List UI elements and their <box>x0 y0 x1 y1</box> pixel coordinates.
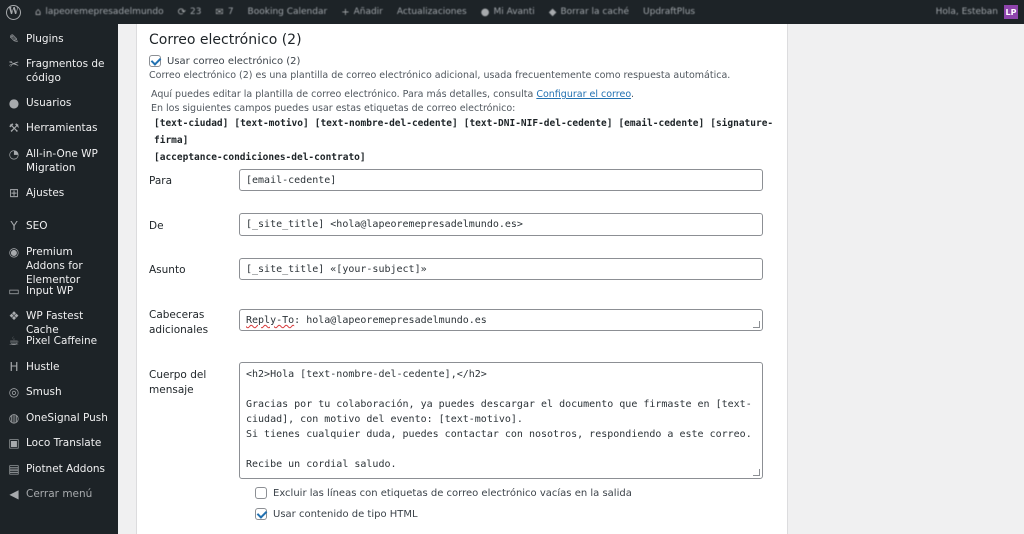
collapse-icon: ◀ <box>9 487 19 501</box>
admin-bar: W ⌂ lapeoremepresadelmundo ⟳ 23 ✉ 7 Booking… <box>0 0 1024 24</box>
from-input[interactable]: [_site_title] <hola@lapeoremepresadelmun… <box>239 213 763 236</box>
sidebar-item-input-wp[interactable]: ▭ Input WP <box>0 284 118 298</box>
mail-tag: [email-cedente] <box>618 118 705 129</box>
cache-icon: ◆ <box>548 6 557 18</box>
resize-handle-icon[interactable] <box>753 469 760 476</box>
refresh-icon: ⟳ <box>177 6 186 18</box>
sidebar-item-hustle[interactable]: H Hustle <box>0 360 118 374</box>
mail-tag: [text-nombre-del-cedente] <box>314 118 458 129</box>
wordpress-logo-icon[interactable]: W <box>6 4 21 20</box>
adminbar-greeting[interactable]: Hola, Esteban <box>936 7 998 17</box>
sidebar-item-ajustes[interactable]: ⊞ Ajustes <box>0 186 118 200</box>
sidebar-item-fastest-cache[interactable]: ❖ WP Fastest Cache <box>0 309 118 337</box>
resize-handle-icon[interactable] <box>753 321 760 328</box>
sidebar-collapse-menu[interactable]: ◀ Cerrar menú <box>0 487 118 501</box>
hustle-icon: H <box>9 360 19 374</box>
mail-tag: [text-DNI-NIF-del-cedente] <box>463 118 613 129</box>
sidebar-item-herramientas[interactable]: ⚒ Herramientas <box>0 121 118 135</box>
use-html-label: Usar contenido de tipo HTML <box>273 508 418 520</box>
wrench-icon: ⚒ <box>8 121 20 135</box>
headers-textarea[interactable]: Reply-To: hola@lapeoremepresadelmundo.es <box>239 309 763 331</box>
body-line <box>246 382 756 397</box>
coffee-icon: ☕ <box>8 334 20 348</box>
bell-icon: ◍ <box>8 411 20 425</box>
adminbar-add[interactable]: + Añadir <box>341 7 383 18</box>
use-html-checkbox[interactable] <box>255 508 267 520</box>
adminbar-comments[interactable]: ✉ 7 <box>215 7 233 18</box>
sidebar-item-loco-translate[interactable]: ▣ Loco Translate <box>0 436 118 450</box>
comment-icon: ✉ <box>215 6 224 18</box>
from-label: De <box>149 220 164 232</box>
sidebar-item-piotnet[interactable]: ▤ Piotnet Addons <box>0 462 118 476</box>
adminbar-updraft[interactable]: UpdraftPlus <box>643 7 695 17</box>
use-html-checkbox-row[interactable]: Usar contenido de tipo HTML <box>255 508 418 520</box>
headers-label: Cabeceras adicionales <box>149 309 209 336</box>
body-textarea[interactable]: <h2>Hola [text-nombre-del-cedente],</h2>… <box>239 362 763 479</box>
users-icon: ● <box>8 96 20 110</box>
adminbar-site[interactable]: ⌂ lapeoremepresadelmundo <box>35 7 164 18</box>
translate-icon: ▣ <box>8 436 20 450</box>
use-mail2-checkbox[interactable] <box>149 55 161 67</box>
mail-tag: [text-motivo] <box>234 118 309 129</box>
body-label: Cuerpo del mensaje <box>149 369 207 396</box>
body-line: Gracias por tu colaboración, ya puedes d… <box>246 399 752 410</box>
use-mail2-label: Usar correo electrónico (2) <box>167 55 301 67</box>
admin-sidebar: ✎ Plugins ✂ Fragmentos de código ● Usuarios… <box>0 24 118 534</box>
piotnet-icon: ▤ <box>8 462 20 476</box>
mail-tag: [acceptance-condiciones-del-contrato] <box>154 152 366 163</box>
sidebar-item-migration[interactable]: ◔ All-in-One WP Migration <box>0 147 118 175</box>
subject-input[interactable]: [_site_title] «[your-subject]» <box>239 258 763 280</box>
use-mail2-checkbox-row[interactable]: Usar correo electrónico (2) <box>149 55 300 67</box>
mail-tag: [text-ciudad] <box>154 118 229 129</box>
premium-addons-icon: ◉ <box>8 245 20 259</box>
input-icon: ▭ <box>8 284 20 298</box>
subject-label: Asunto <box>149 264 186 276</box>
mail-tags: [text-ciudad] [text-motivo] [text-nombre-d… <box>154 115 774 166</box>
info-line-2: En los siguientes campos puedes usar est… <box>151 103 516 114</box>
use-mail2-description: Correo electrónico (2) es una plantilla … <box>149 70 731 81</box>
body-line: <h2>Hola [text-nombre-del-cedente],</h2> <box>246 369 487 380</box>
body-line <box>246 442 756 457</box>
plugin-icon: ✎ <box>8 32 20 46</box>
adminbar-updates[interactable]: ⟳ 23 <box>178 7 202 18</box>
adminbar-avanti[interactable]: ● Mi Avanti <box>481 7 535 18</box>
adminbar-actualizaciones[interactable]: Actualizaciones <box>397 7 467 17</box>
adminbar-booking[interactable]: Booking Calendar <box>248 7 328 17</box>
body-line: Si tienes cualquier duda, puedes contact… <box>246 429 752 440</box>
sidebar-item-seo[interactable]: Y SEO <box>0 219 118 233</box>
to-input[interactable]: [email-cedente] <box>239 169 763 191</box>
body-line: ciudad], con motivo del evento: [text-mo… <box>246 414 523 425</box>
avatar[interactable]: LP <box>1004 5 1018 19</box>
cheetah-icon: ❖ <box>8 309 20 323</box>
home-icon: ⌂ <box>35 6 42 18</box>
sidebar-item-plugins[interactable]: ✎ Plugins <box>0 32 118 46</box>
sidebar-item-pixel-caffeine[interactable]: ☕ Pixel Caffeine <box>0 334 118 348</box>
to-label: Para <box>149 175 173 187</box>
mail2-heading: Correo electrónico (2) <box>149 32 302 48</box>
sidebar-item-fragmentos[interactable]: ✂ Fragmentos de código <box>0 57 118 85</box>
circle-icon: ● <box>480 6 490 18</box>
exclude-blank-label: Excluir las líneas con etiquetas de corr… <box>273 487 632 499</box>
exclude-blank-checkbox-row[interactable]: Excluir las líneas con etiquetas de corr… <box>255 487 632 499</box>
info-line-1: Aquí puedes editar la plantilla de corre… <box>151 89 634 100</box>
yoast-icon: Y <box>10 219 18 233</box>
scissors-icon: ✂ <box>8 57 20 71</box>
smush-icon: ◎ <box>8 385 20 399</box>
settings-icon: ⊞ <box>8 186 20 200</box>
sidebar-item-premium-addons[interactable]: ◉ Premium Addons for Elementor <box>0 245 118 287</box>
sidebar-item-usuarios[interactable]: ● Usuarios <box>0 96 118 110</box>
sidebar-item-smush[interactable]: ◎ Smush <box>0 385 118 399</box>
migration-icon: ◔ <box>8 147 20 161</box>
sidebar-item-onesignal[interactable]: ◍ OneSignal Push <box>0 411 118 425</box>
exclude-blank-checkbox[interactable] <box>255 487 267 499</box>
main-content: Correo electrónico (2) Usar correo elect… <box>118 24 1024 534</box>
configure-mail-link[interactable]: Configurar el correo <box>536 89 631 100</box>
mail2-panel: Correo electrónico (2) Usar correo elect… <box>136 24 788 534</box>
plus-icon: + <box>341 6 350 18</box>
adminbar-cache[interactable]: ◆ Borrar la caché <box>549 7 629 18</box>
body-line: Recibe un cordial saludo. <box>246 459 397 470</box>
